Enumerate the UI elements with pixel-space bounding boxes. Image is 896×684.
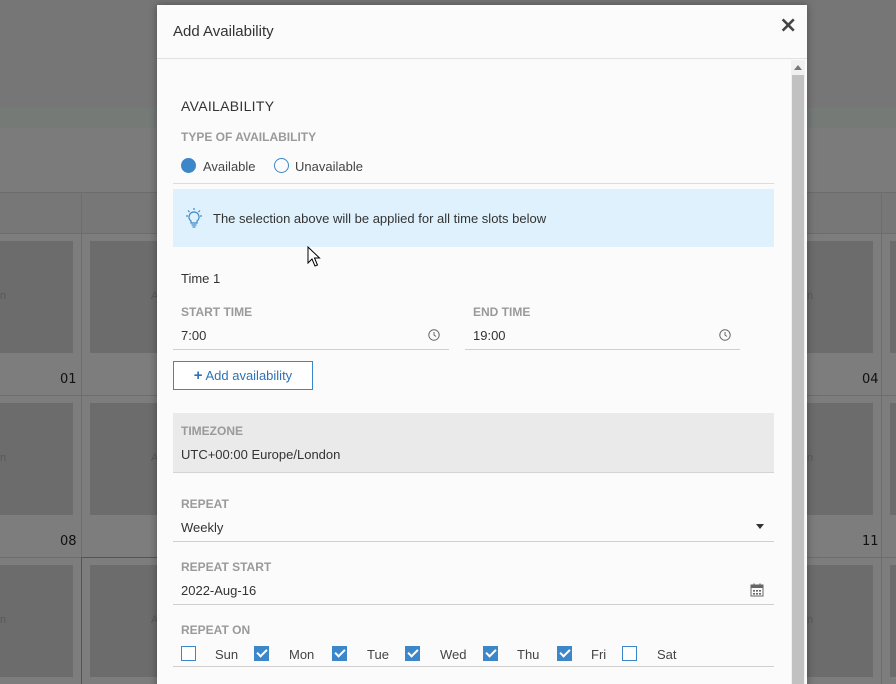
add-availability-label: Add availability — [205, 368, 293, 383]
day-label-mon: Mon — [289, 647, 315, 662]
checkbox-fri[interactable] — [557, 646, 572, 661]
checkbox-tue[interactable] — [332, 646, 347, 661]
dialog-body: AVAILABILITY TYPE OF AVAILABILITY Availa… — [157, 60, 791, 684]
clock-icon[interactable] — [428, 329, 440, 341]
calendar-event[interactable]: n — [0, 241, 73, 353]
day-label-tue: Tue — [367, 647, 389, 662]
day-label-fri: Fri — [591, 647, 607, 662]
available-radio-label[interactable]: Available — [203, 159, 256, 174]
end-time-label: END TIME — [473, 305, 531, 319]
add-availability-dialog: Add Availability × AVAILABILITY TYPE OF … — [157, 5, 807, 684]
calendar-event[interactable] — [890, 241, 896, 353]
day-number: 08 — [60, 534, 77, 549]
day-label-sat: Sat — [657, 647, 677, 662]
repeat-start-label: REPEAT START — [181, 560, 272, 574]
checkbox-sat[interactable] — [622, 646, 637, 661]
end-time-value: 19:00 — [473, 328, 506, 343]
scroll-up-arrow-icon[interactable] — [794, 65, 802, 70]
repeat-value: Weekly — [181, 520, 224, 535]
repeat-label: REPEAT — [181, 497, 229, 511]
checkbox-wed[interactable] — [405, 646, 420, 661]
lightbulb-icon — [186, 208, 202, 228]
unavailable-radio-label[interactable]: Unavailable — [295, 159, 363, 174]
available-radio[interactable] — [181, 158, 196, 173]
timezone-field: TIMEZONE UTC+00:00 Europe/London — [173, 413, 774, 473]
checkbox-thu[interactable] — [483, 646, 498, 661]
time-slot-title: Time 1 — [181, 271, 221, 286]
timezone-label: TIMEZONE — [181, 424, 243, 438]
calendar-event[interactable]: n — [0, 565, 73, 677]
day-label-thu: Thu — [517, 647, 540, 662]
add-availability-button[interactable]: + Add availability — [173, 361, 313, 390]
day-number: 04 — [862, 372, 879, 387]
repeat-select[interactable]: Weekly — [173, 512, 774, 542]
calendar-event[interactable]: n — [807, 403, 873, 515]
day-label-sun: Sun — [215, 647, 239, 662]
clock-icon[interactable] — [719, 329, 731, 341]
calendar-event[interactable]: A — [90, 403, 158, 515]
calendar-event[interactable]: A — [90, 565, 158, 677]
day-number: 11 — [862, 534, 879, 549]
repeat-on-label: REPEAT ON — [181, 623, 251, 637]
calendar-event[interactable] — [890, 403, 896, 515]
start-time-label: START TIME — [181, 305, 253, 319]
start-time-value: 7:00 — [181, 328, 207, 343]
end-time-field[interactable]: 19:00 — [465, 320, 740, 350]
mouse-cursor-icon — [307, 246, 321, 267]
day-number: 01 — [60, 372, 77, 387]
info-banner: The selection above will be applied for … — [173, 189, 774, 247]
checkbox-sun[interactable] — [181, 646, 196, 661]
calendar-event[interactable]: n — [807, 565, 873, 677]
calendar-icon[interactable] — [750, 583, 764, 597]
checkbox-mon[interactable] — [254, 646, 269, 661]
calendar-event[interactable]: n — [0, 403, 73, 515]
availability-type-label: TYPE OF AVAILABILITY — [181, 130, 317, 144]
plus-icon: + — [193, 367, 203, 384]
start-time-field[interactable]: 7:00 — [173, 320, 449, 350]
section-title: AVAILABILITY — [181, 98, 275, 114]
dialog-title: Add Availability — [173, 23, 274, 40]
repeat-on-days: Sun Mon Tue Wed Thu Fri Sat — [173, 638, 774, 667]
dialog-header: Add Availability × — [157, 5, 807, 59]
timezone-value: UTC+00:00 Europe/London — [181, 447, 341, 462]
repeat-start-value: 2022-Aug-16 — [181, 583, 257, 598]
calendar-event[interactable]: A — [90, 241, 158, 353]
calendar-event[interactable]: n — [807, 241, 873, 353]
scroll-thumb[interactable] — [792, 75, 804, 684]
repeat-start-field[interactable]: 2022-Aug-16 — [173, 575, 774, 605]
unavailable-radio[interactable] — [274, 158, 289, 173]
chevron-down-icon[interactable] — [756, 524, 764, 529]
close-icon[interactable]: × — [779, 15, 797, 37]
day-label-wed: Wed — [440, 647, 467, 662]
calendar-event[interactable] — [890, 565, 896, 677]
info-text: The selection above will be applied for … — [213, 211, 547, 226]
dialog-scrollbar[interactable] — [791, 60, 805, 684]
